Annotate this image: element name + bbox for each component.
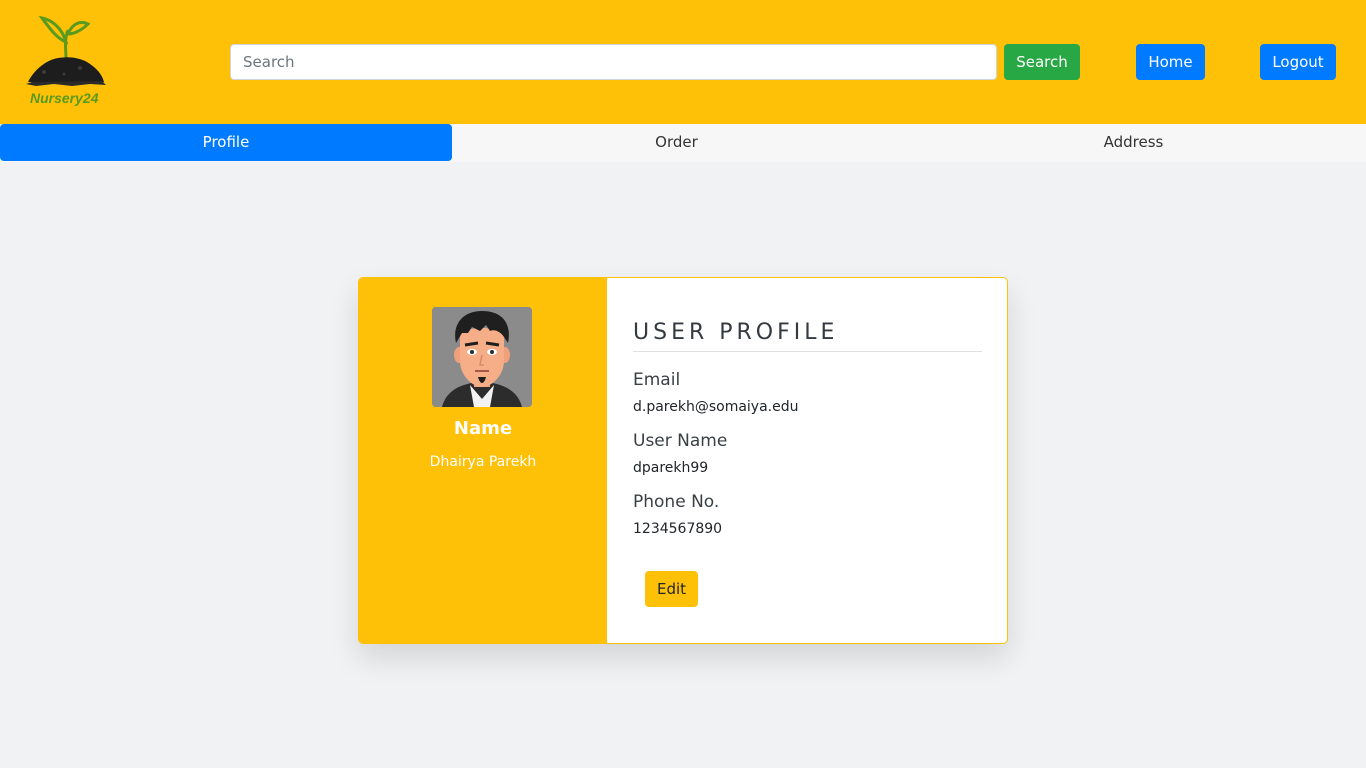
tab-profile[interactable]: Profile (0, 124, 452, 161)
tab-order[interactable]: Order (452, 124, 901, 161)
tab-bar: Profile Order Address (0, 124, 1366, 162)
logout-button[interactable]: Logout (1260, 44, 1336, 80)
tab-address[interactable]: Address (901, 124, 1366, 161)
sprout-logo-icon (26, 15, 106, 86)
edit-button[interactable]: Edit (645, 571, 698, 607)
title-divider (633, 351, 982, 352)
profile-title: USER PROFILE (633, 320, 839, 345)
search-input[interactable] (230, 44, 997, 80)
top-header: Nursery24 Search Home Logout (0, 0, 1366, 124)
brand-name: Nursery24 (30, 90, 99, 106)
profile-card: Name Dhairya Parekh USER PROFILE Email d… (358, 277, 1008, 644)
profile-card-sidebar: Name Dhairya Parekh (359, 278, 607, 643)
phone-label: Phone No. (633, 492, 720, 512)
cartoon-man-avatar-icon (432, 307, 532, 407)
nursery-logo[interactable]: Nursery24 (24, 12, 108, 112)
username-value: dparekh99 (633, 460, 709, 476)
name-heading: Name (453, 418, 513, 439)
email-label: Email (633, 370, 681, 390)
search-button[interactable]: Search (1004, 44, 1080, 80)
avatar (432, 307, 532, 407)
email-value: d.parekh@somaiya.edu (633, 399, 799, 415)
home-button[interactable]: Home (1136, 44, 1205, 80)
profile-details: USER PROFILE Email d.parekh@somaiya.edu … (607, 278, 1007, 643)
username-label: User Name (633, 431, 728, 451)
phone-value: 1234567890 (633, 521, 723, 537)
user-full-name: Dhairya Parekh (429, 454, 537, 470)
